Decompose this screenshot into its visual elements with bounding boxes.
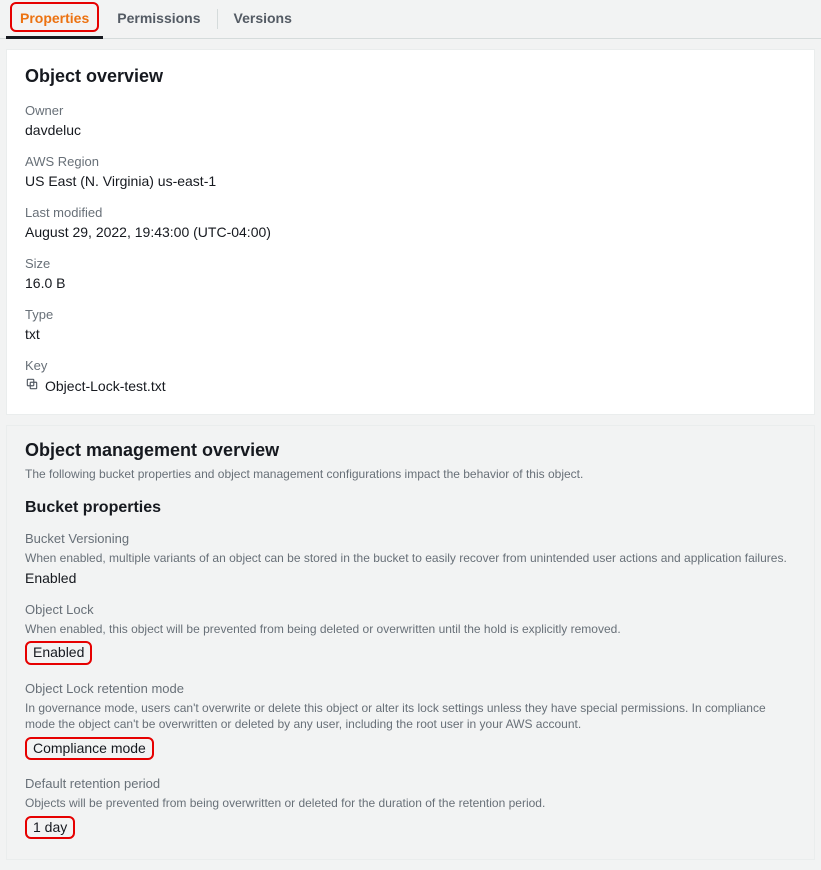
tab-properties[interactable]: Properties xyxy=(6,0,103,39)
field-owner: Owner davdeluc xyxy=(25,103,796,138)
mgmt-subtitle: The following bucket properties and obje… xyxy=(25,467,796,481)
size-value: 16.0 B xyxy=(25,275,796,291)
object-lock-value: Enabled xyxy=(25,641,92,665)
tab-permissions[interactable]: Permissions xyxy=(103,0,214,36)
object-management-panel: Object management overview The following… xyxy=(6,425,815,860)
tab-versions[interactable]: Versions xyxy=(220,0,306,36)
retention-mode-label: Object Lock retention mode xyxy=(25,681,796,696)
retention-mode-value: Compliance mode xyxy=(25,737,154,761)
page-root: Properties Permissions Versions Object o… xyxy=(0,0,821,860)
versioning-desc: When enabled, multiple variants of an ob… xyxy=(25,550,796,566)
bucket-properties-title: Bucket properties xyxy=(25,499,796,517)
last-modified-value: August 29, 2022, 19:43:00 (UTC-04:00) xyxy=(25,224,796,240)
retention-period-label: Default retention period xyxy=(25,776,796,791)
retention-period-value: 1 day xyxy=(25,816,75,840)
object-lock-desc: When enabled, this object will be preven… xyxy=(25,621,796,637)
field-type: Type txt xyxy=(25,307,796,342)
field-retention-period: Default retention period Objects will be… xyxy=(25,776,796,839)
tabs-bar: Properties Permissions Versions xyxy=(0,0,821,39)
retention-period-desc: Objects will be prevented from being ove… xyxy=(25,795,796,811)
type-label: Type xyxy=(25,307,796,322)
field-key: Key Object-Lock-test.txt xyxy=(25,358,796,394)
region-value: US East (N. Virginia) us-east-1 xyxy=(25,173,796,189)
tab-permissions-label: Permissions xyxy=(117,10,200,26)
last-modified-label: Last modified xyxy=(25,205,796,220)
key-label: Key xyxy=(25,358,796,373)
object-overview-panel: Object overview Owner davdeluc AWS Regio… xyxy=(6,49,815,415)
field-object-lock: Object Lock When enabled, this object wi… xyxy=(25,602,796,665)
type-value: txt xyxy=(25,326,796,342)
field-region: AWS Region US East (N. Virginia) us-east… xyxy=(25,154,796,189)
field-bucket-versioning: Bucket Versioning When enabled, multiple… xyxy=(25,531,796,586)
region-label: AWS Region xyxy=(25,154,796,169)
field-retention-mode: Object Lock retention mode In governance… xyxy=(25,681,796,760)
key-row: Object-Lock-test.txt xyxy=(25,377,796,394)
versioning-label: Bucket Versioning xyxy=(25,531,796,546)
object-overview-title: Object overview xyxy=(25,66,796,87)
tab-separator xyxy=(217,9,218,29)
owner-value: davdeluc xyxy=(25,122,796,138)
field-size: Size 16.0 B xyxy=(25,256,796,291)
key-value: Object-Lock-test.txt xyxy=(45,378,166,394)
object-lock-label: Object Lock xyxy=(25,602,796,617)
copy-icon[interactable] xyxy=(25,377,39,394)
retention-mode-desc: In governance mode, users can't overwrit… xyxy=(25,700,796,732)
versioning-value: Enabled xyxy=(25,570,796,586)
field-last-modified: Last modified August 29, 2022, 19:43:00 … xyxy=(25,205,796,240)
tab-properties-label: Properties xyxy=(20,10,89,26)
size-label: Size xyxy=(25,256,796,271)
mgmt-title: Object management overview xyxy=(25,440,796,461)
tab-versions-label: Versions xyxy=(234,10,292,26)
owner-label: Owner xyxy=(25,103,796,118)
